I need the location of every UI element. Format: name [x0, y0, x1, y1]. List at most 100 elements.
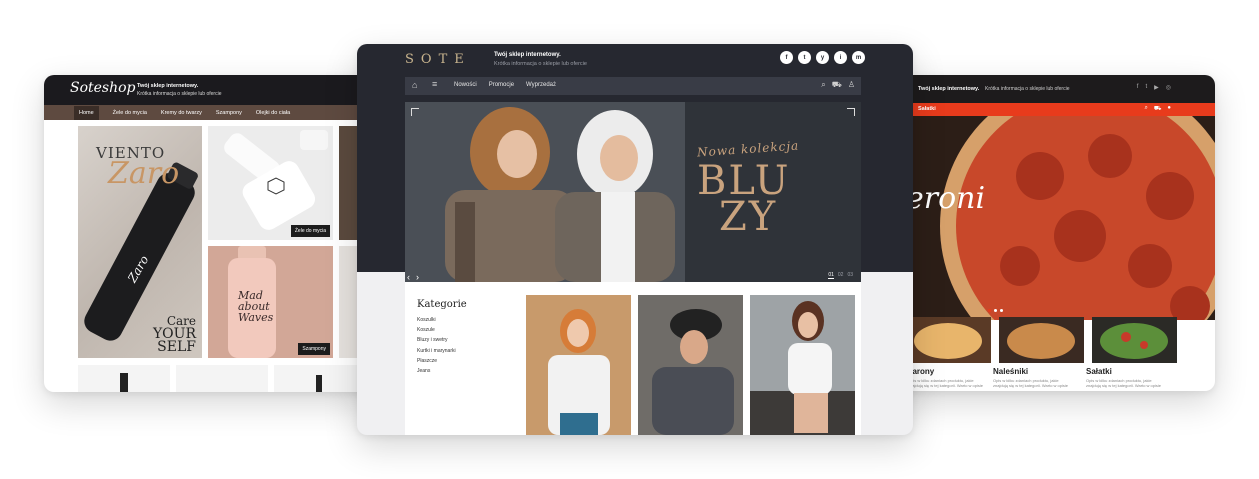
kategorie-title: Kategorie [417, 299, 467, 310]
mail-icon[interactable]: m [852, 51, 865, 64]
bottle-mini [316, 375, 322, 392]
thumb-makarony[interactable] [906, 317, 991, 363]
soteshop-logo[interactable]: Soteshop [70, 80, 136, 96]
page-indicator[interactable]: 02 [838, 272, 844, 279]
pizza-illustration [870, 116, 1215, 320]
showcase-stage: Soteshop Twój sklep internetowy. Krótka … [0, 0, 1259, 479]
category-link[interactable]: Bluzy i swetry [417, 337, 456, 343]
model-photo [750, 295, 855, 435]
nav-item-salatki[interactable]: Sałatki [918, 106, 936, 112]
category-title[interactable]: Naleśniki [993, 367, 1028, 376]
youtube-icon[interactable]: y [816, 51, 829, 64]
soteshop-tagline: Twój sklep internetowy. [137, 83, 199, 89]
twitter-icon[interactable]: t [798, 51, 811, 64]
search-icon[interactable]: ⌕ [821, 80, 825, 90]
category-thumbs [906, 317, 1177, 363]
twitter-icon[interactable]: t [1145, 84, 1147, 91]
model-photo [638, 295, 743, 435]
nav-item-olejki[interactable]: Olejki do ciała [256, 110, 290, 116]
nav-item-nowosci[interactable]: Nowości [454, 82, 477, 88]
hero-dot[interactable] [988, 309, 991, 312]
instagram-icon[interactable]: ◎ [1166, 84, 1171, 91]
tubes-illustration [224, 130, 328, 230]
kategorie-panel: Kategorie Koszulki Koszule Bluzy i swetr… [405, 282, 861, 435]
category-title[interactable]: Sałatki [1086, 367, 1112, 376]
nav-item-wyprzedaz[interactable]: Wyprzedaż [526, 82, 556, 88]
shampoo-label: Mad about Waves [238, 289, 274, 324]
product-tile-bottom-3[interactable] [274, 365, 366, 392]
pizza-nav: Sałatki ⌕ ⛟ ● [870, 103, 1215, 116]
sote-tagline: Twój sklep internetowy. [494, 52, 561, 58]
nav-item-home[interactable]: Home [74, 105, 99, 120]
pizza-header: Twój sklep internetowy. Krótka informacj… [870, 75, 1215, 103]
nav-item-kremy[interactable]: Kremy do twarzy [161, 110, 202, 116]
facebook-icon[interactable]: f [780, 51, 793, 64]
next-arrow-icon[interactable]: › [416, 272, 419, 282]
frame-corner [847, 108, 855, 116]
sote-logo[interactable]: SOTE [405, 52, 471, 67]
hero-pagination: 01 02 03 [828, 272, 853, 279]
category-desc: Opis w kilku zdaniach produktu, jakie zn… [993, 378, 1068, 388]
hero-dot[interactable] [994, 309, 997, 312]
category-desc: Opis w kilku zdaniach produktu, jakie zn… [1086, 378, 1161, 388]
prev-arrow-icon[interactable]: ‹ [407, 272, 410, 282]
nav-item-promocje[interactable]: Promocje [489, 82, 514, 88]
pancake-illustration [999, 317, 1084, 363]
category-link[interactable]: Jeans [417, 368, 456, 374]
sote-preview-card: SOTE Twój sklep internetowy. Krótka info… [357, 44, 913, 435]
youtube-icon[interactable]: ▶ [1154, 84, 1159, 91]
model-photo [526, 295, 631, 435]
hero-dot[interactable] [1000, 309, 1003, 312]
product-tile-bottle[interactable]: VIENTO Zaro Zaro Care YOUR SELF [78, 126, 202, 358]
category-link[interactable]: Kurtki i marynarki [417, 348, 456, 354]
category-desc: Opis w kilku zdaniach produktu, jakie zn… [908, 378, 983, 388]
category-badge[interactable]: Szampony [298, 343, 330, 355]
category-badge[interactable]: Żele do mycia [290, 225, 330, 237]
sote-hero-slider: Nowa kolekcja BLU ZY ‹ › 01 02 03 [405, 102, 861, 282]
category-link[interactable]: Koszulki [417, 317, 456, 323]
product-tile-bottom-1[interactable] [78, 365, 170, 392]
pizza-subtagline: Krótka informacja o sklepie lub ofercie [985, 86, 1070, 92]
user-icon[interactable]: ● [1167, 105, 1171, 113]
product-photo-2[interactable] [638, 295, 743, 435]
product-tile-tubes[interactable]: Żele do mycia [208, 126, 333, 240]
cart-icon[interactable]: ⛟ [1154, 105, 1162, 113]
home-icon[interactable]: ⌂ [412, 80, 417, 90]
page-indicator[interactable]: 03 [847, 272, 853, 279]
pizza-nav-icons: ⌕ ⛟ ● [1144, 105, 1171, 113]
thumb-nalesniki[interactable] [999, 317, 1084, 363]
sote-navbar: ⌂ ≡ Nowości Promocje Wyprzedaż ⌕ ⛟ ♙ [405, 77, 861, 95]
pizza-preview-card: Twój sklep internetowy. Krótka informacj… [870, 75, 1215, 391]
sote-social: f t y i m [780, 51, 865, 64]
hero-title: eroni [906, 181, 986, 216]
bottle-mini [120, 373, 128, 392]
sote-nav-icons: ⌕ ⛟ ♙ [821, 80, 855, 90]
category-link[interactable]: Koszule [417, 327, 456, 333]
salad-illustration [1092, 317, 1177, 363]
hero-arrows: ‹ › [407, 272, 419, 282]
pizza-social: f t ▶ ◎ [1137, 84, 1171, 91]
hero-dots [988, 309, 1003, 312]
tile-script: Zaro [108, 156, 180, 191]
product-tile-bottom-2[interactable] [176, 365, 268, 392]
thumb-salatki[interactable] [1092, 317, 1177, 363]
soteshop-subtagline: Krótka informacja o sklepie lub ofercie [137, 91, 222, 97]
pizza-tagline: Twój sklep internetowy. [918, 86, 980, 92]
product-photo-1[interactable] [526, 295, 631, 435]
nav-item-zele[interactable]: Żele do mycia [113, 110, 147, 116]
hero-photo [405, 102, 861, 282]
instagram-icon[interactable]: i [834, 51, 847, 64]
facebook-icon[interactable]: f [1137, 84, 1139, 91]
nav-item-szampony[interactable]: Szampony [216, 110, 242, 116]
menu-icon[interactable]: ≡ [432, 79, 437, 89]
hero-title-line2: ZY [719, 194, 778, 240]
user-icon[interactable]: ♙ [848, 80, 855, 90]
page-indicator[interactable]: 01 [828, 272, 834, 279]
product-photo-3[interactable] [750, 295, 855, 435]
category-link[interactable]: Płaszcze [417, 358, 456, 364]
self-text: SELF [157, 339, 196, 355]
cart-icon[interactable]: ⛟ [832, 80, 842, 90]
search-icon[interactable]: ⌕ [1144, 105, 1147, 113]
frame-corner [411, 108, 419, 116]
product-tile-shampoo[interactable]: Mad about Waves Szampony [208, 246, 333, 358]
